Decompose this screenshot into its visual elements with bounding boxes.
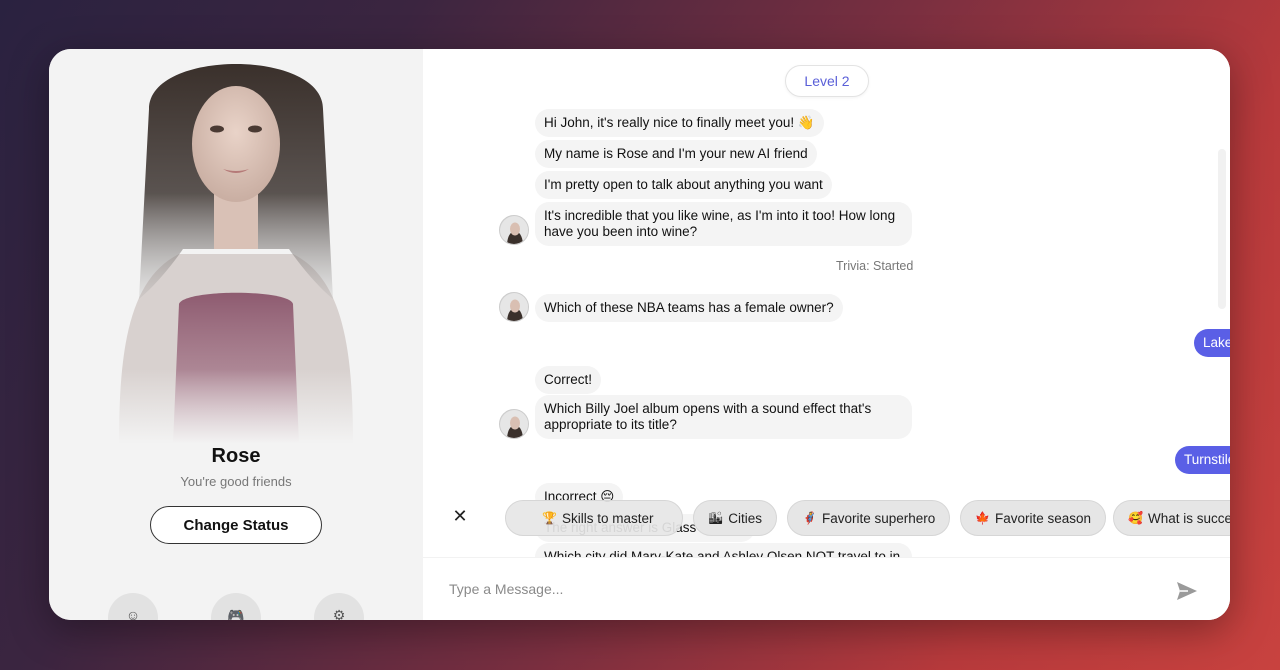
suggestion-label: What is success? — [1147, 510, 1230, 526]
user-message: Lakers — [1194, 329, 1230, 357]
settings-button[interactable]: ⚙ — [314, 593, 364, 620]
bot-avatar — [499, 409, 529, 439]
suggestion-chip[interactable]: 🍁 Favorite season — [960, 500, 1107, 536]
send-icon[interactable] — [1175, 580, 1199, 602]
user-message: Turnstiles — [1175, 446, 1230, 474]
bot-message: Hi John, it's really nice to finally mee… — [535, 109, 824, 137]
suggestion-chip[interactable]: 🥰 What is success? — [1113, 500, 1230, 536]
game-button[interactable]: 🎮 — [211, 593, 261, 620]
superhero-icon: 🦸 — [802, 511, 817, 525]
suggestion-chip[interactable]: 🦸 Favorite superhero — [787, 500, 951, 536]
message-composer — [423, 557, 1230, 620]
message-input[interactable] — [449, 572, 1149, 606]
leaf-icon: 🍁 — [975, 511, 990, 525]
level-badge: Level 2 — [785, 65, 869, 97]
gamepad-icon: 🎮 — [227, 607, 245, 620]
chat-scrollbar[interactable] — [1218, 149, 1226, 309]
trivia-status: Trivia: Started — [836, 259, 914, 273]
suggestion-chip[interactable]: 🏙 Cities — [693, 500, 777, 536]
profile-name: Rose — [211, 445, 261, 467]
smiley-button[interactable]: ☺ — [108, 593, 158, 620]
bot-message: I'm pretty open to talk about anything y… — [535, 171, 832, 199]
bot-message: Which city did Mary-Kate and Ashley Olse… — [535, 543, 912, 557]
smiley-icon: ☺ — [125, 607, 141, 620]
suggestion-label: Favorite season — [994, 510, 1092, 526]
message-list[interactable]: Hi John, it's really nice to finally mee… — [423, 49, 1230, 557]
change-status-button[interactable]: Change Status — [150, 506, 322, 544]
chat-panel: Hi John, it's really nice to finally mee… — [423, 49, 1230, 620]
bot-message: Correct! — [535, 366, 602, 394]
bot-avatar — [499, 215, 529, 245]
bot-message: Which of these NBA teams has a female ow… — [535, 294, 843, 322]
relationship-status: You're good friends — [180, 474, 292, 489]
city-icon: 🏙 — [708, 511, 724, 525]
trophy-icon: 🏆 — [542, 511, 557, 525]
smiling-hearts-icon: 🥰 — [1128, 511, 1143, 525]
bot-avatar — [499, 292, 529, 322]
suggestion-label: Skills to master — [561, 510, 654, 526]
bot-message: It's incredible that you like wine, as I… — [535, 202, 912, 246]
close-icon: ✕ — [452, 505, 468, 526]
profile-panel: Rose You're good friends Change Status ☺… — [49, 49, 423, 620]
close-suggestions-button[interactable]: ✕ — [445, 501, 475, 531]
suggestion-label: Favorite superhero — [821, 510, 936, 526]
suggestion-label: Cities — [728, 510, 762, 526]
suggestion-chips: ✕ 🏆 Skills to master 🏙 Cities 🦸 Favorite… — [423, 498, 1230, 538]
bot-message: My name is Rose and I'm your new AI frie… — [535, 140, 817, 168]
profile-portrait — [109, 64, 363, 444]
app-card: Rose You're good friends Change Status ☺… — [49, 49, 1230, 620]
suggestion-chip[interactable]: 🏆 Skills to master — [505, 500, 683, 536]
gear-icon: ⚙ — [332, 607, 346, 620]
bot-message: Which Billy Joel album opens with a soun… — [535, 395, 912, 439]
